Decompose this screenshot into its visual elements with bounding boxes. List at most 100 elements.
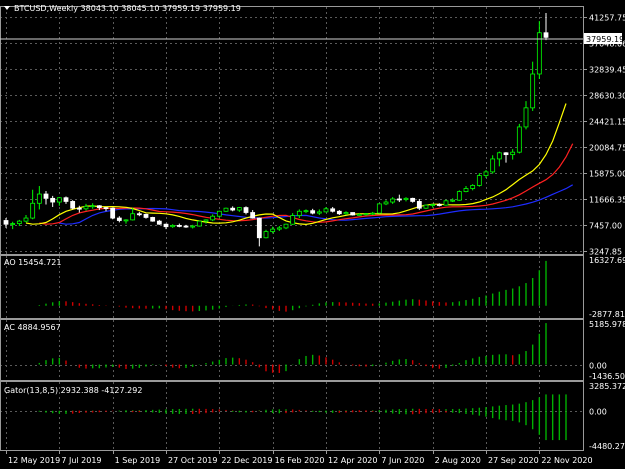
candle[interactable] [203, 219, 209, 222]
candle[interactable] [136, 213, 142, 216]
price-tick-label: 11666.35 [589, 196, 625, 205]
candle[interactable] [483, 171, 489, 176]
candle[interactable] [230, 207, 236, 211]
candle[interactable] [196, 220, 202, 227]
candle[interactable] [156, 220, 162, 225]
gator-tick-label: -4480.276 [589, 442, 625, 451]
candle[interactable] [303, 210, 309, 213]
candle[interactable] [96, 205, 102, 208]
ao-tick-label: 16327.699 [589, 256, 625, 265]
candle[interactable] [23, 217, 29, 222]
candle[interactable] [243, 207, 249, 213]
candle[interactable] [110, 207, 116, 219]
candle[interactable] [263, 231, 269, 239]
time-tick-label: 27 Oct 2019 [168, 456, 217, 465]
candle[interactable] [456, 191, 462, 201]
candle[interactable] [416, 201, 422, 209]
time-tick-label: 2 Aug 2020 [435, 456, 481, 465]
candle[interactable] [310, 210, 316, 214]
candle[interactable] [150, 217, 156, 222]
candle[interactable] [70, 201, 76, 209]
candle[interactable] [43, 193, 49, 199]
candle[interactable] [443, 200, 449, 206]
candle[interactable] [163, 223, 169, 228]
candle[interactable] [290, 215, 296, 225]
candle[interactable] [376, 203, 382, 214]
chart-title: BTCUSD,Weekly 38043.10 38045.10 37959.19… [14, 4, 241, 13]
candle[interactable] [330, 208, 336, 212]
candle[interactable] [356, 213, 362, 216]
chart-canvas[interactable]: 41257.7537048.0632839.4528630.3024421.15… [0, 0, 625, 469]
candle[interactable] [76, 207, 82, 210]
candle[interactable] [63, 197, 69, 202]
candle[interactable] [223, 207, 229, 212]
time-tick-label: 1 Sep 2019 [115, 456, 161, 465]
candle[interactable] [36, 193, 42, 204]
candle[interactable] [350, 212, 356, 216]
candle[interactable] [116, 217, 122, 221]
candle[interactable] [56, 197, 62, 203]
candle[interactable] [436, 204, 442, 206]
candle[interactable] [470, 185, 476, 189]
time-tick-label: 22 Nov 2020 [541, 456, 592, 465]
candle[interactable] [30, 202, 36, 219]
candle[interactable] [83, 205, 89, 210]
candle[interactable] [516, 126, 522, 153]
candle[interactable] [50, 197, 56, 203]
ao-panel-label: AO 15454.721 [4, 258, 61, 267]
candle[interactable] [283, 223, 289, 229]
candle[interactable] [123, 219, 129, 222]
gator-tick-label: 3285.372 [589, 382, 625, 391]
candle[interactable] [3, 220, 9, 225]
candle[interactable] [370, 212, 376, 215]
candle[interactable] [463, 188, 469, 192]
candle[interactable] [250, 212, 256, 219]
price-tick-label: 7457.00 [589, 222, 622, 231]
candle[interactable] [530, 73, 536, 109]
candle[interactable] [430, 204, 436, 206]
candle[interactable] [476, 175, 482, 186]
price-tick-label: 20084.75 [589, 144, 625, 153]
candle[interactable] [316, 211, 322, 214]
candle[interactable] [523, 107, 529, 128]
time-tick-label: 12 Apr 2020 [328, 456, 377, 465]
candle[interactable] [423, 204, 429, 209]
candle[interactable] [210, 215, 216, 221]
candle[interactable] [410, 197, 416, 202]
candle[interactable] [403, 197, 409, 200]
candle[interactable] [183, 225, 189, 228]
candle[interactable] [256, 217, 262, 239]
candle[interactable] [130, 213, 136, 221]
candle[interactable] [143, 213, 149, 218]
candle[interactable] [296, 210, 302, 216]
candle[interactable] [383, 201, 389, 205]
candle[interactable] [16, 220, 22, 224]
candle[interactable] [503, 152, 509, 156]
candle[interactable] [450, 199, 456, 202]
candle[interactable] [90, 205, 96, 208]
candle[interactable] [176, 225, 182, 227]
candle[interactable] [10, 223, 16, 225]
candle[interactable] [276, 227, 282, 230]
candle[interactable] [323, 208, 329, 213]
candle[interactable] [496, 152, 502, 160]
candle[interactable] [336, 210, 342, 215]
gator-tick-label: 0.00 [589, 408, 607, 417]
candle[interactable] [103, 207, 109, 209]
candle[interactable] [190, 225, 196, 228]
current-price-label: 37959.19 [586, 35, 624, 44]
candle[interactable] [236, 207, 242, 211]
candle[interactable] [543, 32, 549, 38]
candle[interactable] [343, 212, 349, 215]
candle[interactable] [396, 198, 402, 201]
candle[interactable] [390, 198, 396, 203]
candle[interactable] [490, 158, 496, 173]
price-tick-label: 32839.45 [589, 66, 625, 75]
candle[interactable] [510, 151, 516, 156]
candle[interactable] [363, 213, 369, 216]
candle[interactable] [216, 210, 222, 217]
candle[interactable] [170, 225, 176, 228]
gator-panel-label: Gator(13,8,5) 2932.388 -4127.292 [4, 386, 142, 395]
price-tick-label: 41257.75 [589, 14, 625, 23]
candle[interactable] [270, 228, 276, 232]
